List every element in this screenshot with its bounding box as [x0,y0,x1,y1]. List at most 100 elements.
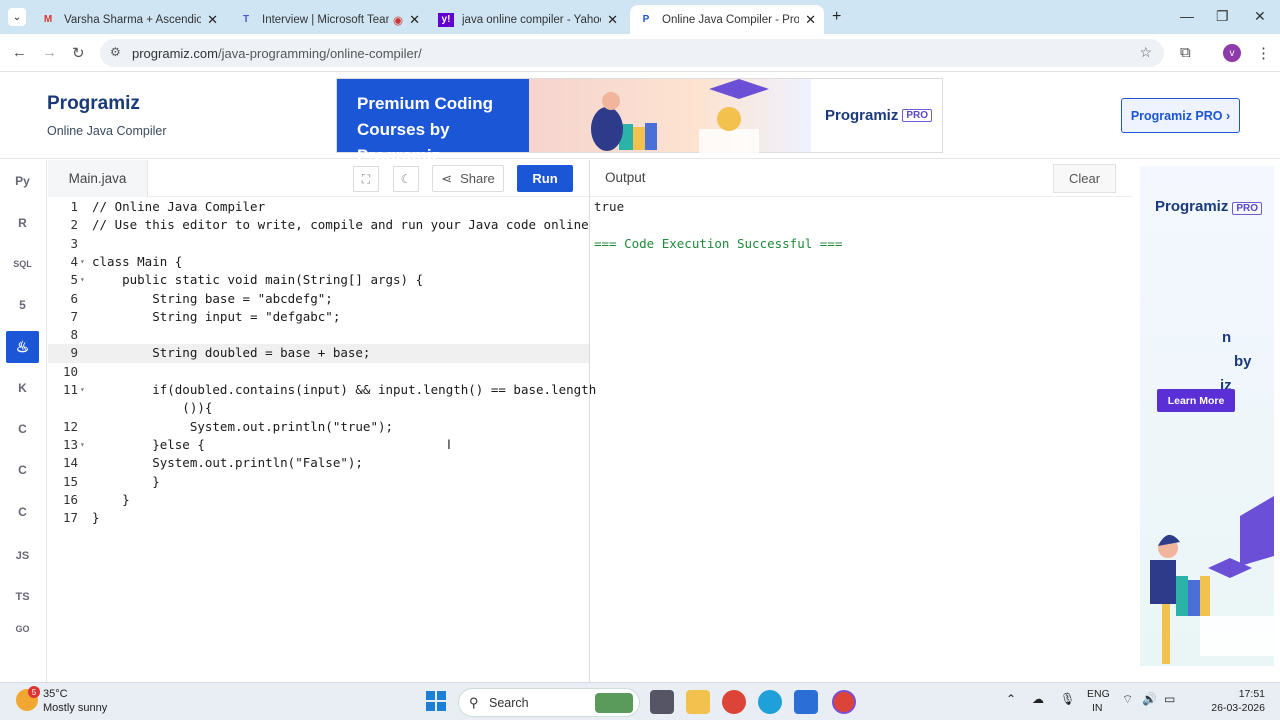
programiz-logo[interactable]: Programiz [47,93,140,115]
c-icon[interactable]: C [6,413,39,445]
promo-banner[interactable]: Premium Coding Courses by Programiz Prog… [336,78,943,165]
code-text: ()){ [92,400,213,416]
chrome-icon[interactable] [722,690,746,714]
kotlin-icon[interactable]: K [6,372,39,404]
fold-toggle-icon[interactable]: ▾ [80,271,85,289]
close-tab-icon[interactable]: ✕ [805,12,816,28]
tab-search-button[interactable]: ⌄ [8,8,26,26]
new-tab-button[interactable]: + [832,8,841,26]
close-tab-icon[interactable]: ✕ [207,12,218,28]
code-line[interactable]: 6 String base = "abcdefg"; [48,290,589,308]
code-text: if(doubled.contains(input) && input.leng… [92,382,597,397]
code-line[interactable]: 13 ▾ }else { [48,436,589,454]
microphone-icon[interactable]: 🎙 [1060,692,1075,706]
battery-icon[interactable]: ▭ [1164,692,1175,706]
code-text: // Online Java Compiler [92,199,266,214]
extensions-icon[interactable]: ⧉ [1180,44,1191,61]
code-line[interactable]: 11 ▾ if(doubled.contains(input) && input.… [48,381,596,399]
fold-toggle-icon[interactable]: ▾ [80,253,85,271]
code-line[interactable]: 1 // Online Java Compiler [48,198,589,216]
dark-mode-icon[interactable]: ☾ [393,166,419,192]
javascript-icon[interactable]: JS [6,540,39,572]
bookmark-star-icon[interactable]: ☆ [1139,44,1152,61]
task-view-icon[interactable] [650,690,674,714]
region-indicator[interactable]: IN [1092,702,1103,714]
language-indicator[interactable]: ENG [1087,688,1110,700]
maximize-icon[interactable]: ❐ [1216,8,1229,25]
code-line[interactable]: ()){ [48,399,589,417]
taskbar-search[interactable]: ⚲ Search [458,688,640,717]
windows-taskbar: 5 35°C Mostly sunny ⚲ Search ⌃ ☁ 🎙 ENG I… [0,682,1280,720]
code-line[interactable]: 5 ▾ public static void main(String[] args… [48,271,589,289]
line-number: 17 [62,510,78,526]
code-line[interactable]: 15 } [48,473,589,491]
profile-avatar[interactable]: v [1223,44,1241,62]
forward-icon[interactable]: → [42,44,57,61]
output-line: true [594,199,625,214]
share-button[interactable]: ⋖ Share [432,165,504,192]
file-tab-main-java[interactable]: Main.java [48,160,148,197]
html5-icon[interactable]: 5 [6,289,39,321]
clear-button[interactable]: Clear [1053,164,1116,193]
reload-icon[interactable]: ↻ [72,44,85,62]
r-icon[interactable]: R [6,207,39,239]
edge-icon[interactable] [758,690,782,714]
close-tab-icon[interactable]: ✕ [607,12,618,28]
teams-icon: T [242,14,250,25]
programiz-pro-button[interactable]: Programiz PRO › [1121,98,1240,133]
code-line[interactable]: 7 String input = "defgabc"; [48,308,589,326]
browser-tab-teams[interactable]: T Interview | Microsoft Teams ◉ ✕ [230,5,428,34]
code-line[interactable]: 8 [48,326,589,344]
browser-tab-yahoo[interactable]: y! java online compiler - Yahoo In ✕ [430,5,626,34]
line-number: 3 [70,235,78,251]
browser-tab-programiz[interactable]: P Online Java Compiler - Program ✕ [630,5,824,34]
code-line[interactable]: 17} [48,509,589,527]
database-icon[interactable]: SQL [6,248,39,280]
fold-toggle-icon[interactable]: ▾ [80,381,85,399]
store-icon[interactable] [794,690,818,714]
code-text: // Use this editor to write, compile and… [92,217,589,233]
pane-divider[interactable] [589,160,590,682]
code-line[interactable]: 9 String doubled = base + base; [48,344,589,363]
code-line[interactable]: 12 System.out.println("true"); [48,418,589,436]
windows-start-icon[interactable] [426,691,446,711]
java-icon[interactable]: ♨ [6,331,39,363]
file-explorer-icon[interactable] [686,690,710,714]
volume-icon[interactable]: 🔊 [1142,692,1157,706]
fullscreen-icon[interactable]: ⛶ [353,166,379,192]
line-number: 2 [70,217,78,233]
code-editor[interactable]: 1 // Online Java Compiler 2 // Use this edi… [48,198,596,682]
clock-date[interactable]: 26-03-2026 [1200,702,1265,714]
csharp-icon[interactable]: C [6,496,39,528]
wifi-icon[interactable]: ⌔ [1122,692,1133,707]
tray-chevron-icon[interactable]: ⌃ [1006,692,1016,706]
side-advertisement[interactable]: Programiz PRO n by iz Learn More [1140,166,1274,666]
url-input[interactable]: ⚙ programiz.com/java-programming/online-… [100,39,1164,67]
run-button[interactable]: Run [517,165,573,192]
code-line[interactable]: 10 [48,363,589,381]
code-line[interactable]: 16 } [48,491,589,509]
menu-kebab-icon[interactable]: ⋮ [1256,44,1271,62]
code-line[interactable]: 4 ▾ class Main { [48,253,589,271]
learn-more-button[interactable]: Learn More [1157,389,1235,412]
site-info-icon[interactable]: ⚙ [110,45,121,59]
fold-toggle-icon[interactable]: ▾ [80,436,85,454]
go-icon[interactable]: GO [6,622,39,636]
code-line[interactable]: 2 // Use this editor to write, compile an… [48,216,589,234]
tray-app-icon[interactable]: ☁ [1032,692,1044,706]
close-tab-icon[interactable]: ✕ [409,12,420,28]
python-icon[interactable]: Py [6,165,39,197]
browser-tab-gmail[interactable]: M Varsha Sharma + Ascendion - V ✕ [32,5,226,34]
gmail-icon: M [43,14,53,25]
back-icon[interactable]: ← [12,44,27,61]
clock-time[interactable]: 17:51 [1219,688,1265,700]
line-number: 8 [70,327,78,343]
close-window-icon[interactable]: ✕ [1254,8,1266,25]
code-line[interactable]: 14 System.out.println("False"); [48,454,589,472]
typescript-icon[interactable]: TS [6,581,39,613]
chrome-profile-icon[interactable] [832,690,856,714]
cpp-icon[interactable]: C [6,454,39,486]
code-line[interactable]: 3 [48,235,589,253]
minimize-icon[interactable]: — [1180,8,1194,24]
